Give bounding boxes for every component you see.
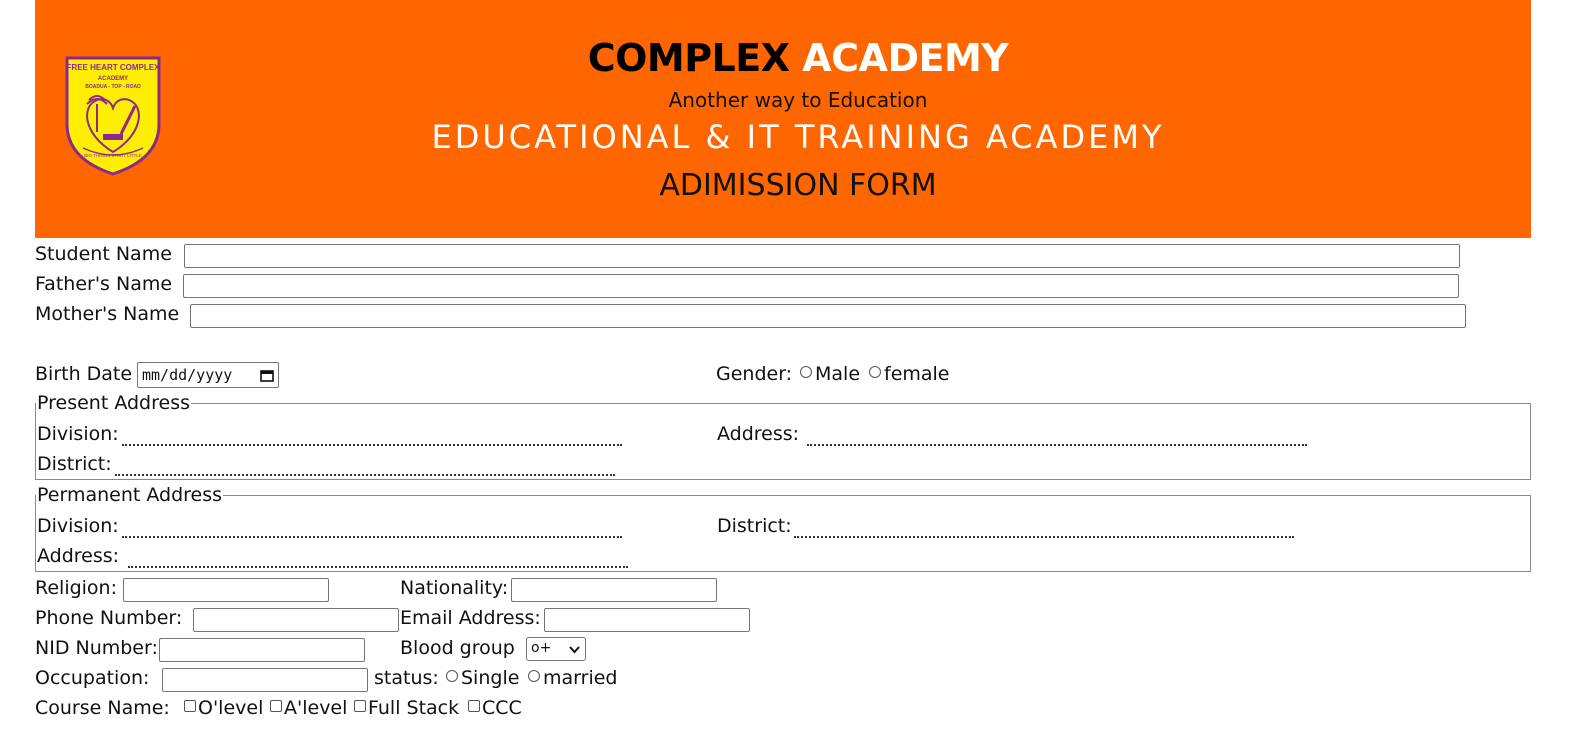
academy-title: COMPLEX ACADEMY bbox=[0, 36, 1572, 80]
status-single-radio[interactable] bbox=[446, 670, 458, 682]
status-single-label: Single bbox=[461, 667, 520, 689]
permanent-district-input[interactable] bbox=[794, 536, 1294, 538]
birth-date-placeholder: mm/dd/yyyy bbox=[142, 366, 233, 384]
blood-group-value: o+ bbox=[531, 640, 552, 656]
course-alevel-label: A'level bbox=[284, 697, 348, 719]
permanent-division-label: Division: bbox=[37, 515, 119, 537]
title-academy: ACADEMY bbox=[802, 36, 1009, 80]
nationality-input[interactable] bbox=[511, 578, 717, 602]
status-married-label: married bbox=[543, 667, 618, 689]
calendar-icon[interactable] bbox=[260, 368, 274, 382]
present-district-label: District: bbox=[37, 453, 112, 475]
title-complex: COMPLEX bbox=[587, 36, 790, 80]
phone-label: Phone Number: bbox=[35, 607, 183, 629]
gender-female-label: female bbox=[884, 363, 950, 385]
student-name-label: Student Name bbox=[35, 243, 172, 265]
gender-label: Gender: bbox=[716, 363, 793, 385]
student-name-input[interactable] bbox=[184, 244, 1460, 268]
status-label: status: bbox=[374, 667, 439, 689]
form-title: ADIMISSION FORM bbox=[659, 168, 937, 203]
occupation-label: Occupation: bbox=[35, 667, 150, 689]
blood-group-select[interactable]: o+ bbox=[526, 637, 586, 661]
religion-label: Religion: bbox=[35, 577, 118, 599]
gender-male-radio[interactable] bbox=[800, 366, 812, 378]
present-division-label: Division: bbox=[37, 423, 119, 445]
present-address-legend: Present Address bbox=[36, 392, 191, 414]
present-district-input[interactable] bbox=[115, 474, 615, 476]
permanent-address-legend: Permanent Address bbox=[36, 484, 224, 506]
father-name-input[interactable] bbox=[183, 274, 1459, 298]
course-alevel-checkbox[interactable] bbox=[270, 700, 282, 712]
permanent-address-input[interactable] bbox=[128, 566, 628, 568]
phone-input[interactable] bbox=[193, 608, 399, 632]
email-label: Email Address: bbox=[400, 607, 541, 629]
permanent-division-input[interactable] bbox=[122, 536, 622, 538]
mother-name-label: Mother's Name bbox=[35, 303, 180, 325]
status-married-radio[interactable] bbox=[528, 670, 540, 682]
birth-date-label: Birth Date bbox=[35, 363, 133, 385]
gender-male-label: Male bbox=[815, 363, 861, 385]
present-address-input[interactable] bbox=[807, 444, 1307, 446]
mother-name-input[interactable] bbox=[190, 304, 1466, 328]
course-olevel-checkbox[interactable] bbox=[184, 700, 196, 712]
birth-date-input[interactable]: mm/dd/yyyy bbox=[137, 362, 279, 388]
present-address-label: Address: bbox=[717, 423, 800, 445]
subtitle: EDUCATIONAL & IT TRAINING ACADEMY bbox=[431, 118, 1165, 156]
course-fullstack-label: Full Stack bbox=[368, 697, 460, 719]
nationality-label: Nationality: bbox=[400, 577, 509, 599]
course-name-label: Course Name: bbox=[35, 697, 170, 719]
chevron-down-icon bbox=[569, 646, 580, 654]
gender-female-radio[interactable] bbox=[869, 366, 881, 378]
religion-input[interactable] bbox=[123, 578, 329, 602]
permanent-district-label: District: bbox=[717, 515, 792, 537]
course-olevel-label: O'level bbox=[198, 697, 264, 719]
course-ccc-checkbox[interactable] bbox=[468, 700, 480, 712]
father-name-label: Father's Name bbox=[35, 273, 173, 295]
occupation-input[interactable] bbox=[162, 668, 368, 692]
course-fullstack-checkbox[interactable] bbox=[354, 700, 366, 712]
nid-input[interactable] bbox=[159, 638, 365, 662]
blood-group-label: Blood group bbox=[400, 637, 515, 659]
course-ccc-label: CCC bbox=[482, 697, 522, 719]
nid-label: NID Number: bbox=[35, 637, 158, 659]
tagline: Another way to Education bbox=[668, 88, 928, 112]
permanent-address-label: Address: bbox=[37, 545, 120, 567]
email-input[interactable] bbox=[544, 608, 750, 632]
present-division-input[interactable] bbox=[122, 444, 622, 446]
